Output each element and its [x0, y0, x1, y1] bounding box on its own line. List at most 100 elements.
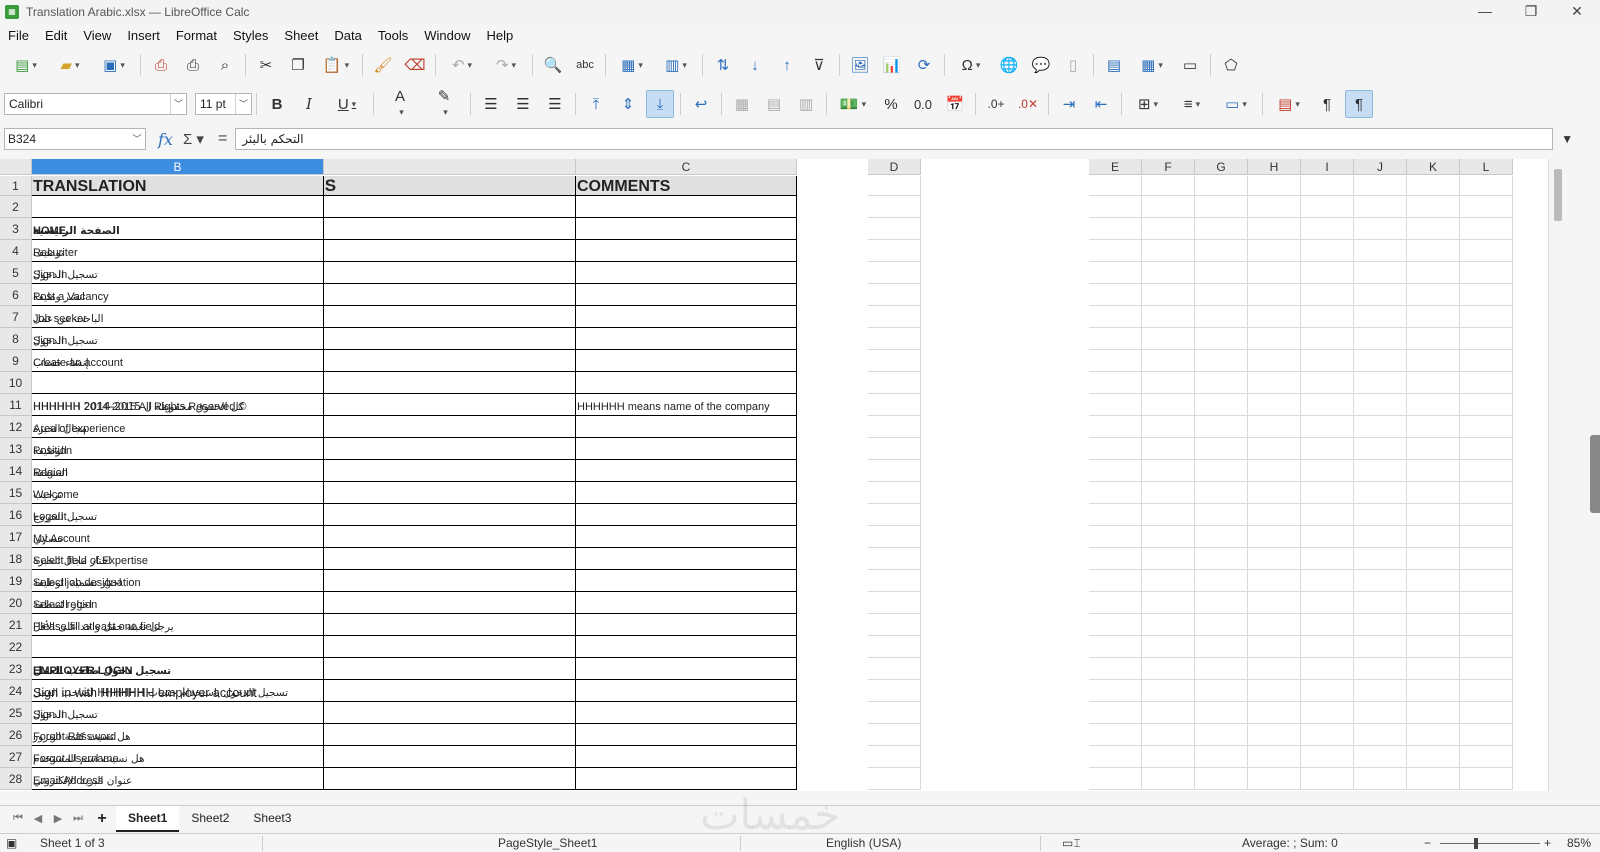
align-bottom-icon[interactable]: ⤓ [646, 90, 674, 118]
cell-c-16[interactable] [576, 504, 797, 526]
empty-cell[interactable] [1301, 548, 1354, 570]
cell-b-24[interactable]: تسجيل الدخول باستخدام حساب HHHHHH لصاحب … [32, 680, 324, 702]
empty-cell[interactable] [1460, 768, 1513, 790]
cell-b-2[interactable] [32, 196, 324, 218]
cell-b-9[interactable]: إنشاء حساب [32, 350, 324, 372]
copy-icon[interactable]: ❐ [284, 51, 312, 79]
cell-c-12[interactable] [576, 416, 797, 438]
zoom-slider[interactable] [1440, 843, 1540, 844]
empty-cell[interactable] [1195, 196, 1248, 218]
cell-c-8[interactable] [576, 328, 797, 350]
empty-cell[interactable] [1195, 262, 1248, 284]
empty-cell[interactable] [1301, 504, 1354, 526]
empty-cell[interactable] [1407, 636, 1460, 658]
empty-cell[interactable] [868, 658, 921, 680]
empty-cell[interactable] [1248, 438, 1301, 460]
column-header-b[interactable]: B [32, 159, 324, 175]
clone-formatting-icon[interactable]: 🖌 [369, 51, 397, 79]
empty-cell[interactable] [1354, 592, 1407, 614]
empty-cell[interactable] [1301, 724, 1354, 746]
empty-cell[interactable] [1195, 614, 1248, 636]
empty-cell[interactable] [1460, 614, 1513, 636]
empty-cell[interactable] [1195, 394, 1248, 416]
cell-c-5[interactable] [576, 262, 797, 284]
row-header[interactable]: 16 [0, 504, 32, 526]
cell-c-13[interactable] [576, 438, 797, 460]
zoom-level[interactable]: 85% [1567, 836, 1591, 850]
delete-decimal-icon[interactable]: .0✕ [1014, 90, 1042, 118]
row-header[interactable]: 6 [0, 284, 32, 306]
empty-cell[interactable] [1248, 176, 1301, 196]
empty-cell[interactable] [1195, 328, 1248, 350]
empty-cell[interactable] [1089, 306, 1142, 328]
empty-cell[interactable] [1142, 702, 1195, 724]
empty-cell[interactable] [1089, 592, 1142, 614]
empty-cell[interactable] [1195, 372, 1248, 394]
empty-cell[interactable] [1195, 416, 1248, 438]
empty-cell[interactable] [1142, 218, 1195, 240]
document-modified-icon[interactable]: ▣ [6, 836, 17, 850]
cell-c-21[interactable] [576, 614, 797, 636]
empty-cell[interactable] [868, 460, 921, 482]
column-header-c[interactable]: C [576, 159, 797, 175]
empty-cell[interactable] [1301, 636, 1354, 658]
empty-cell[interactable] [1354, 218, 1407, 240]
cell-b-4[interactable]: توظيف [32, 240, 324, 262]
empty-cell[interactable] [1407, 262, 1460, 284]
align-left-icon[interactable]: ☰ [477, 90, 505, 118]
empty-cell[interactable] [1248, 680, 1301, 702]
empty-cell[interactable] [1407, 306, 1460, 328]
empty-cell[interactable] [868, 482, 921, 504]
empty-cell[interactable] [1195, 592, 1248, 614]
empty-cell[interactable] [1460, 636, 1513, 658]
column-header-d[interactable]: D [868, 159, 921, 175]
decrease-indent-icon[interactable]: ⇤ [1087, 90, 1115, 118]
empty-cell[interactable] [1354, 306, 1407, 328]
sheet-tab-sheet1[interactable]: Sheet1 [116, 805, 180, 832]
empty-cell[interactable] [1407, 724, 1460, 746]
empty-cell[interactable] [1407, 658, 1460, 680]
cell-c-22[interactable] [576, 636, 797, 658]
empty-cell[interactable] [1301, 218, 1354, 240]
row-header[interactable]: 10 [0, 372, 32, 394]
empty-cell[interactable] [1142, 328, 1195, 350]
empty-cell[interactable] [1195, 482, 1248, 504]
empty-cell[interactable] [1301, 526, 1354, 548]
empty-cell[interactable] [1142, 570, 1195, 592]
cell-b-12[interactable]: مجال الخبرة [32, 416, 324, 438]
empty-cell[interactable] [1089, 416, 1142, 438]
row-header[interactable]: 25 [0, 702, 32, 724]
row-header[interactable]: 15 [0, 482, 32, 504]
empty-cell[interactable] [1195, 768, 1248, 790]
print-preview-icon[interactable]: ⌕ [211, 51, 239, 79]
date-format-icon[interactable]: 📅 [941, 90, 969, 118]
empty-cell[interactable] [1089, 218, 1142, 240]
split-window-icon[interactable]: ▭ [1176, 51, 1204, 79]
empty-cell[interactable] [1089, 724, 1142, 746]
empty-cell[interactable] [1248, 746, 1301, 768]
column-header-l[interactable]: L [1460, 159, 1513, 175]
menu-view[interactable]: View [75, 28, 119, 43]
merge-cells-icon[interactable]: ▤ [760, 90, 788, 118]
hyperlink-icon[interactable]: 🌐 [995, 51, 1023, 79]
empty-cell[interactable] [1089, 702, 1142, 724]
cell-b-5[interactable]: تسجيل الدخول [32, 262, 324, 284]
empty-cell[interactable] [1248, 636, 1301, 658]
minimize-button[interactable]: — [1462, 0, 1508, 24]
empty-cell[interactable] [868, 702, 921, 724]
empty-cell[interactable] [1354, 460, 1407, 482]
row-header[interactable]: 3 [0, 218, 32, 240]
empty-cell[interactable] [1248, 526, 1301, 548]
empty-cell[interactable] [1407, 482, 1460, 504]
align-right-icon[interactable]: ☰ [541, 90, 569, 118]
chevron-down-icon[interactable]: ﹀ [235, 94, 251, 114]
cell-b-22[interactable] [32, 636, 324, 658]
row-header[interactable]: 5 [0, 262, 32, 284]
empty-cell[interactable] [1407, 240, 1460, 262]
row-header[interactable]: 20 [0, 592, 32, 614]
zoom-in-icon[interactable]: + [1544, 836, 1551, 850]
empty-cell[interactable] [868, 636, 921, 658]
empty-cell[interactable] [1195, 548, 1248, 570]
empty-cell[interactable] [868, 328, 921, 350]
column-header-i[interactable]: I [1301, 159, 1354, 175]
